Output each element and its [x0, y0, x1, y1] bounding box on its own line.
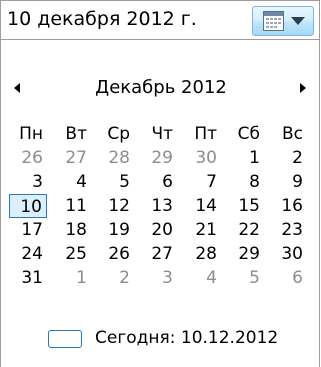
- day-cell[interactable]: 23: [269, 218, 307, 242]
- date-picker: 10 декабря 2012 г. Декабрь 2012 Пн Вт Ср…: [0, 0, 321, 367]
- day-cell[interactable]: 28: [183, 242, 221, 266]
- today-marker: [48, 330, 82, 348]
- calendar-dropdown-button[interactable]: [252, 6, 314, 36]
- day-cell[interactable]: 29: [139, 146, 177, 170]
- weekday-header: Пн: [19, 124, 43, 144]
- day-cell[interactable]: 5: [226, 266, 264, 290]
- day-cell[interactable]: 11: [53, 194, 91, 218]
- day-cell[interactable]: 28: [96, 146, 134, 170]
- date-input-value[interactable]: 10 декабря 2012 г.: [7, 8, 197, 30]
- weekday-header: Вт: [65, 124, 87, 144]
- day-cell[interactable]: 26: [96, 242, 134, 266]
- week-row: 10 11 12 13 14 15 16: [9, 194, 313, 218]
- day-cell[interactable]: 27: [139, 242, 177, 266]
- day-cell[interactable]: 2: [96, 266, 134, 290]
- day-cell[interactable]: 6: [139, 170, 177, 194]
- today-label[interactable]: Сегодня: 10.12.2012: [95, 328, 278, 348]
- day-cell[interactable]: 4: [53, 170, 91, 194]
- previous-month-icon[interactable]: [11, 81, 25, 95]
- day-cell[interactable]: 27: [53, 146, 91, 170]
- day-cell[interactable]: 4: [183, 266, 221, 290]
- day-cell[interactable]: 20: [139, 218, 177, 242]
- day-cell[interactable]: 1: [53, 266, 91, 290]
- day-cell[interactable]: 7: [183, 170, 221, 194]
- chevron-down-icon: [291, 17, 305, 25]
- week-row: 3 4 5 6 7 8 9: [9, 170, 313, 194]
- day-cell[interactable]: 13: [139, 194, 177, 218]
- selected-day-cell[interactable]: 10: [9, 194, 47, 218]
- week-row: 26 27 28 29 30 1 2: [9, 146, 313, 170]
- week-row: 17 18 19 20 21 22 23: [9, 218, 313, 242]
- day-cell[interactable]: 22: [226, 218, 264, 242]
- week-row: 31 1 2 3 4 5 6: [9, 266, 313, 290]
- day-cell[interactable]: 26: [9, 146, 47, 170]
- next-month-icon[interactable]: [295, 81, 309, 95]
- day-cell[interactable]: 1: [226, 146, 264, 170]
- day-cell[interactable]: 29: [226, 242, 264, 266]
- weekday-header: Чт: [151, 124, 173, 144]
- day-cell[interactable]: 21: [183, 218, 221, 242]
- calendar-dropdown: Декабрь 2012 Пн Вт Ср Чт Пт Сб Вс 26 27 …: [0, 40, 320, 367]
- day-cell[interactable]: 3: [9, 170, 47, 194]
- day-cell[interactable]: 15: [226, 194, 264, 218]
- day-cell[interactable]: 6: [269, 266, 307, 290]
- day-cell[interactable]: 24: [9, 242, 47, 266]
- day-cell[interactable]: 5: [96, 170, 134, 194]
- calendar-icon: [263, 11, 284, 31]
- day-cell[interactable]: 3: [139, 266, 177, 290]
- day-cell[interactable]: 30: [269, 242, 307, 266]
- day-cell[interactable]: 31: [9, 266, 47, 290]
- day-cell[interactable]: 14: [183, 194, 221, 218]
- day-cell[interactable]: 2: [269, 146, 307, 170]
- week-row: 24 25 26 27 28 29 30: [9, 242, 313, 266]
- month-title[interactable]: Декабрь 2012: [71, 77, 251, 98]
- date-input[interactable]: 10 декабря 2012 г.: [0, 0, 320, 40]
- day-cell[interactable]: 12: [96, 194, 134, 218]
- day-cell[interactable]: 16: [269, 194, 307, 218]
- calendar-grid: Пн Вт Ср Чт Пт Сб Вс 26 27 28 29 30 1 2 …: [9, 122, 313, 290]
- day-cell[interactable]: 8: [226, 170, 264, 194]
- day-cell[interactable]: 9: [269, 170, 307, 194]
- day-cell[interactable]: 30: [183, 146, 221, 170]
- day-cell[interactable]: 17: [9, 218, 47, 242]
- weekday-header: Пт: [194, 124, 217, 144]
- weekday-header: Сб: [237, 124, 260, 144]
- weekday-header: Ср: [107, 124, 130, 144]
- day-cell[interactable]: 18: [53, 218, 91, 242]
- weekday-header: Вс: [281, 124, 303, 144]
- weekday-header-row: Пн Вт Ср Чт Пт Сб Вс: [9, 122, 313, 146]
- day-cell[interactable]: 25: [53, 242, 91, 266]
- day-cell[interactable]: 19: [96, 218, 134, 242]
